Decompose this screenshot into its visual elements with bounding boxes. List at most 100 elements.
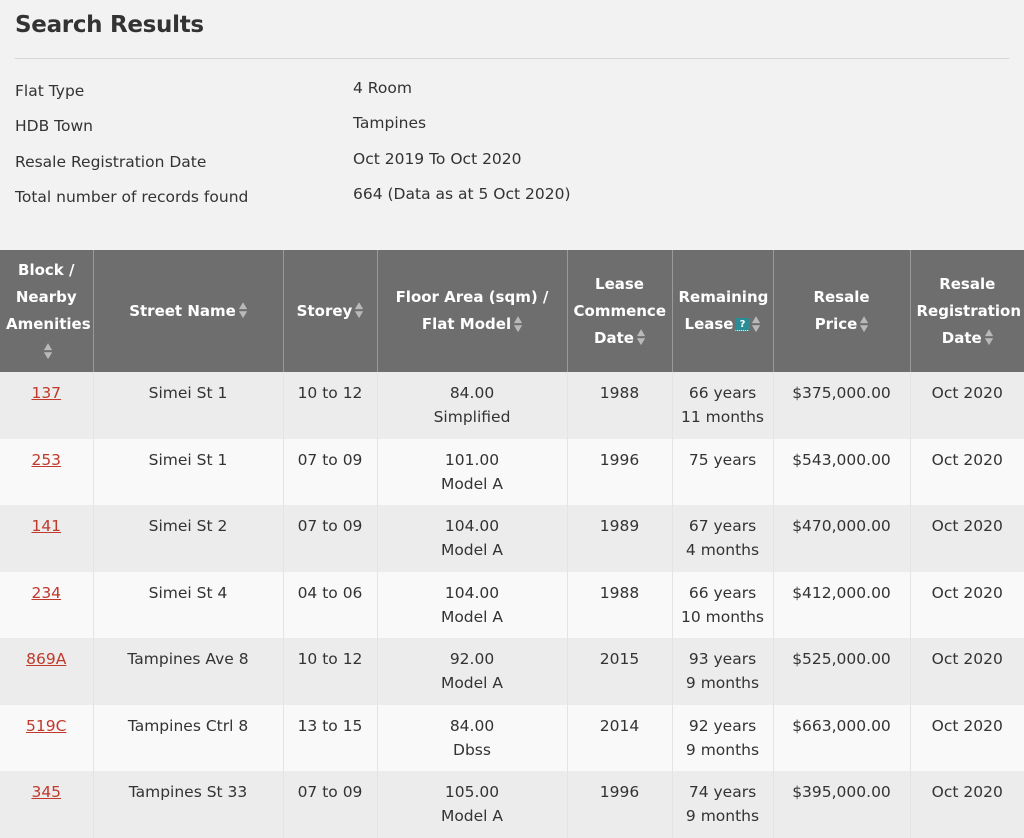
remaining-months: 10 months [680,607,765,626]
col-header-remaining-lease[interactable]: Remaining Lease? ▲ ▼ [672,250,774,372]
floor-area: 104.00 [444,517,500,535]
floor-area: 104.00 [444,583,500,602]
remaining-months: 9 months [685,674,760,692]
sort-arrows-icon[interactable]: ▲ ▼ [985,329,993,347]
remaining-years: 74 years [688,783,757,801]
registration-cell: Oct 2020 [910,638,1024,705]
price-cell: $525,000.00 [773,638,911,705]
floor-area-cell: 84.00 Dbss [377,704,568,771]
registration-cell: Oct 2020 [910,771,1024,838]
remaining-cell: 66 years 11 months [672,372,774,439]
price-cell: $375,000.00 [773,372,911,439]
block-link[interactable]: 141 [31,517,61,535]
lease-cell: 1988 [567,372,673,439]
block-link[interactable]: 253 [31,451,61,469]
floor-area: 92.00 [449,650,495,668]
header-text: Registration [916,301,1022,320]
street-cell: Tampines St 33 [93,771,284,838]
table-row: 869A Tampines Ave 8 10 to 12 92.00 Model … [0,638,1024,705]
col-header-resale-price[interactable]: Resale Price ▲ ▼ [773,250,911,372]
col-header-storey[interactable]: Storey ▲ ▼ [283,250,378,372]
table-row: 345 Tampines St 33 07 to 09 105.00 Model … [0,771,1024,838]
help-icon[interactable]: ? [735,318,750,331]
remaining-cell: 74 years 9 months [672,771,774,838]
floor-area: 84.00 [449,384,495,402]
block-link[interactable]: 869A [26,650,66,668]
col-header-lease-commence[interactable]: Lease Commence Date ▲ ▼ [567,250,673,372]
flat-model: Model A [440,674,504,692]
storey-cell: 10 to 12 [283,372,378,439]
header-text: Amenities [6,315,91,333]
street-cell: Simei St 2 [93,505,284,572]
divider [15,58,1009,59]
criteria-value: Tampines [353,114,427,132]
criteria-value: 4 Room [353,79,412,97]
remaining-years: 66 years [688,384,757,402]
header-text: Commence [573,301,667,320]
remaining-years: 92 years [688,716,757,735]
registration-cell: Oct 2020 [910,571,1024,638]
remaining-cell: 66 years 10 months [672,571,774,638]
sort-arrows-icon[interactable]: ▲ ▼ [752,315,760,334]
lease-cell: 1988 [567,571,673,638]
col-header-street[interactable]: Street Name ▲ ▼ [93,250,284,372]
block-link[interactable]: 345 [31,783,61,801]
flat-model: Model A [440,541,504,559]
sort-arrows-icon[interactable]: ▲ ▼ [355,302,363,320]
lease-cell: 2015 [567,638,673,705]
block-link[interactable]: 519C [26,717,66,735]
header-text: Street Name [129,301,236,320]
floor-area: 105.00 [444,783,500,801]
price-cell: $663,000.00 [773,704,911,771]
floor-area: 84.00 [449,716,495,735]
remaining-months: 9 months [685,807,760,825]
remaining-years: 66 years [688,583,757,602]
table-row: 253 Simei St 1 07 to 09 101.00 Model A 19… [0,438,1024,505]
street-cell: Tampines Ctrl 8 [93,704,284,771]
flat-model: Simplified [433,408,511,426]
header-row: Block / Nearby Amenities ▲ ▼ Street Name ▲… [0,250,1024,372]
criteria-label: Resale Registration Date [15,153,207,171]
flat-model: Model A [440,807,504,825]
sort-arrows-icon[interactable]: ▲ ▼ [239,302,247,320]
sort-arrows-icon[interactable]: ▲ ▼ [44,342,52,361]
header-text: Lease [684,315,734,333]
block-link[interactable]: 234 [31,584,61,602]
table-row: 234 Simei St 4 04 to 06 104.00 Model A 19… [0,571,1024,638]
floor-area: 101.00 [444,450,500,469]
floor-area-cell: 104.00 Model A [377,505,568,572]
criteria-label: Flat Type [15,82,85,100]
col-header-block[interactable]: Block / Nearby Amenities ▲ ▼ [0,250,94,372]
street-cell: Tampines Ave 8 [93,638,284,705]
header-text: Storey [296,301,353,320]
lease-cell: 1989 [567,505,673,572]
sort-arrows-icon[interactable]: ▲ ▼ [637,329,645,347]
criteria-row: HDB Town Tampines [15,114,1005,147]
street-cell: Simei St 1 [93,372,284,439]
header-text: Price [814,315,858,333]
col-header-floor-area[interactable]: Floor Area (sqm) / Flat Model ▲ ▼ [377,250,568,372]
flat-model: Model A [440,474,504,493]
sort-arrows-icon[interactable]: ▲ ▼ [860,315,868,334]
header-text: Floor Area (sqm) / [395,288,549,306]
block-link[interactable]: 137 [31,384,61,402]
remaining-cell: 92 years 9 months [672,704,774,771]
header-text: Resale [813,288,870,306]
criteria-label: Total number of records found [15,188,249,206]
remaining-years: 93 years [688,650,757,668]
header-text: Lease [595,274,644,293]
registration-cell: Oct 2020 [910,505,1024,572]
criteria-row: Resale Registration Date Oct 2019 To Oct… [15,150,1005,183]
criteria-value: Oct 2019 To Oct 2020 [353,150,522,168]
header-text: Date [941,328,982,347]
remaining-years: 75 years [688,450,757,469]
price-cell: $395,000.00 [773,771,911,838]
price-cell: $543,000.00 [773,438,911,505]
table-row: 137 Simei St 1 10 to 12 84.00 Simplified … [0,372,1024,439]
registration-cell: Oct 2020 [910,438,1024,505]
col-header-registration-date[interactable]: Resale Registration Date ▲ ▼ [910,250,1024,372]
page-title: Search Results [15,12,204,38]
criteria-row: Total number of records found 664 (Data … [15,185,1005,218]
sort-arrows-icon[interactable]: ▲ ▼ [514,315,522,334]
header-text: Nearby [15,288,77,306]
